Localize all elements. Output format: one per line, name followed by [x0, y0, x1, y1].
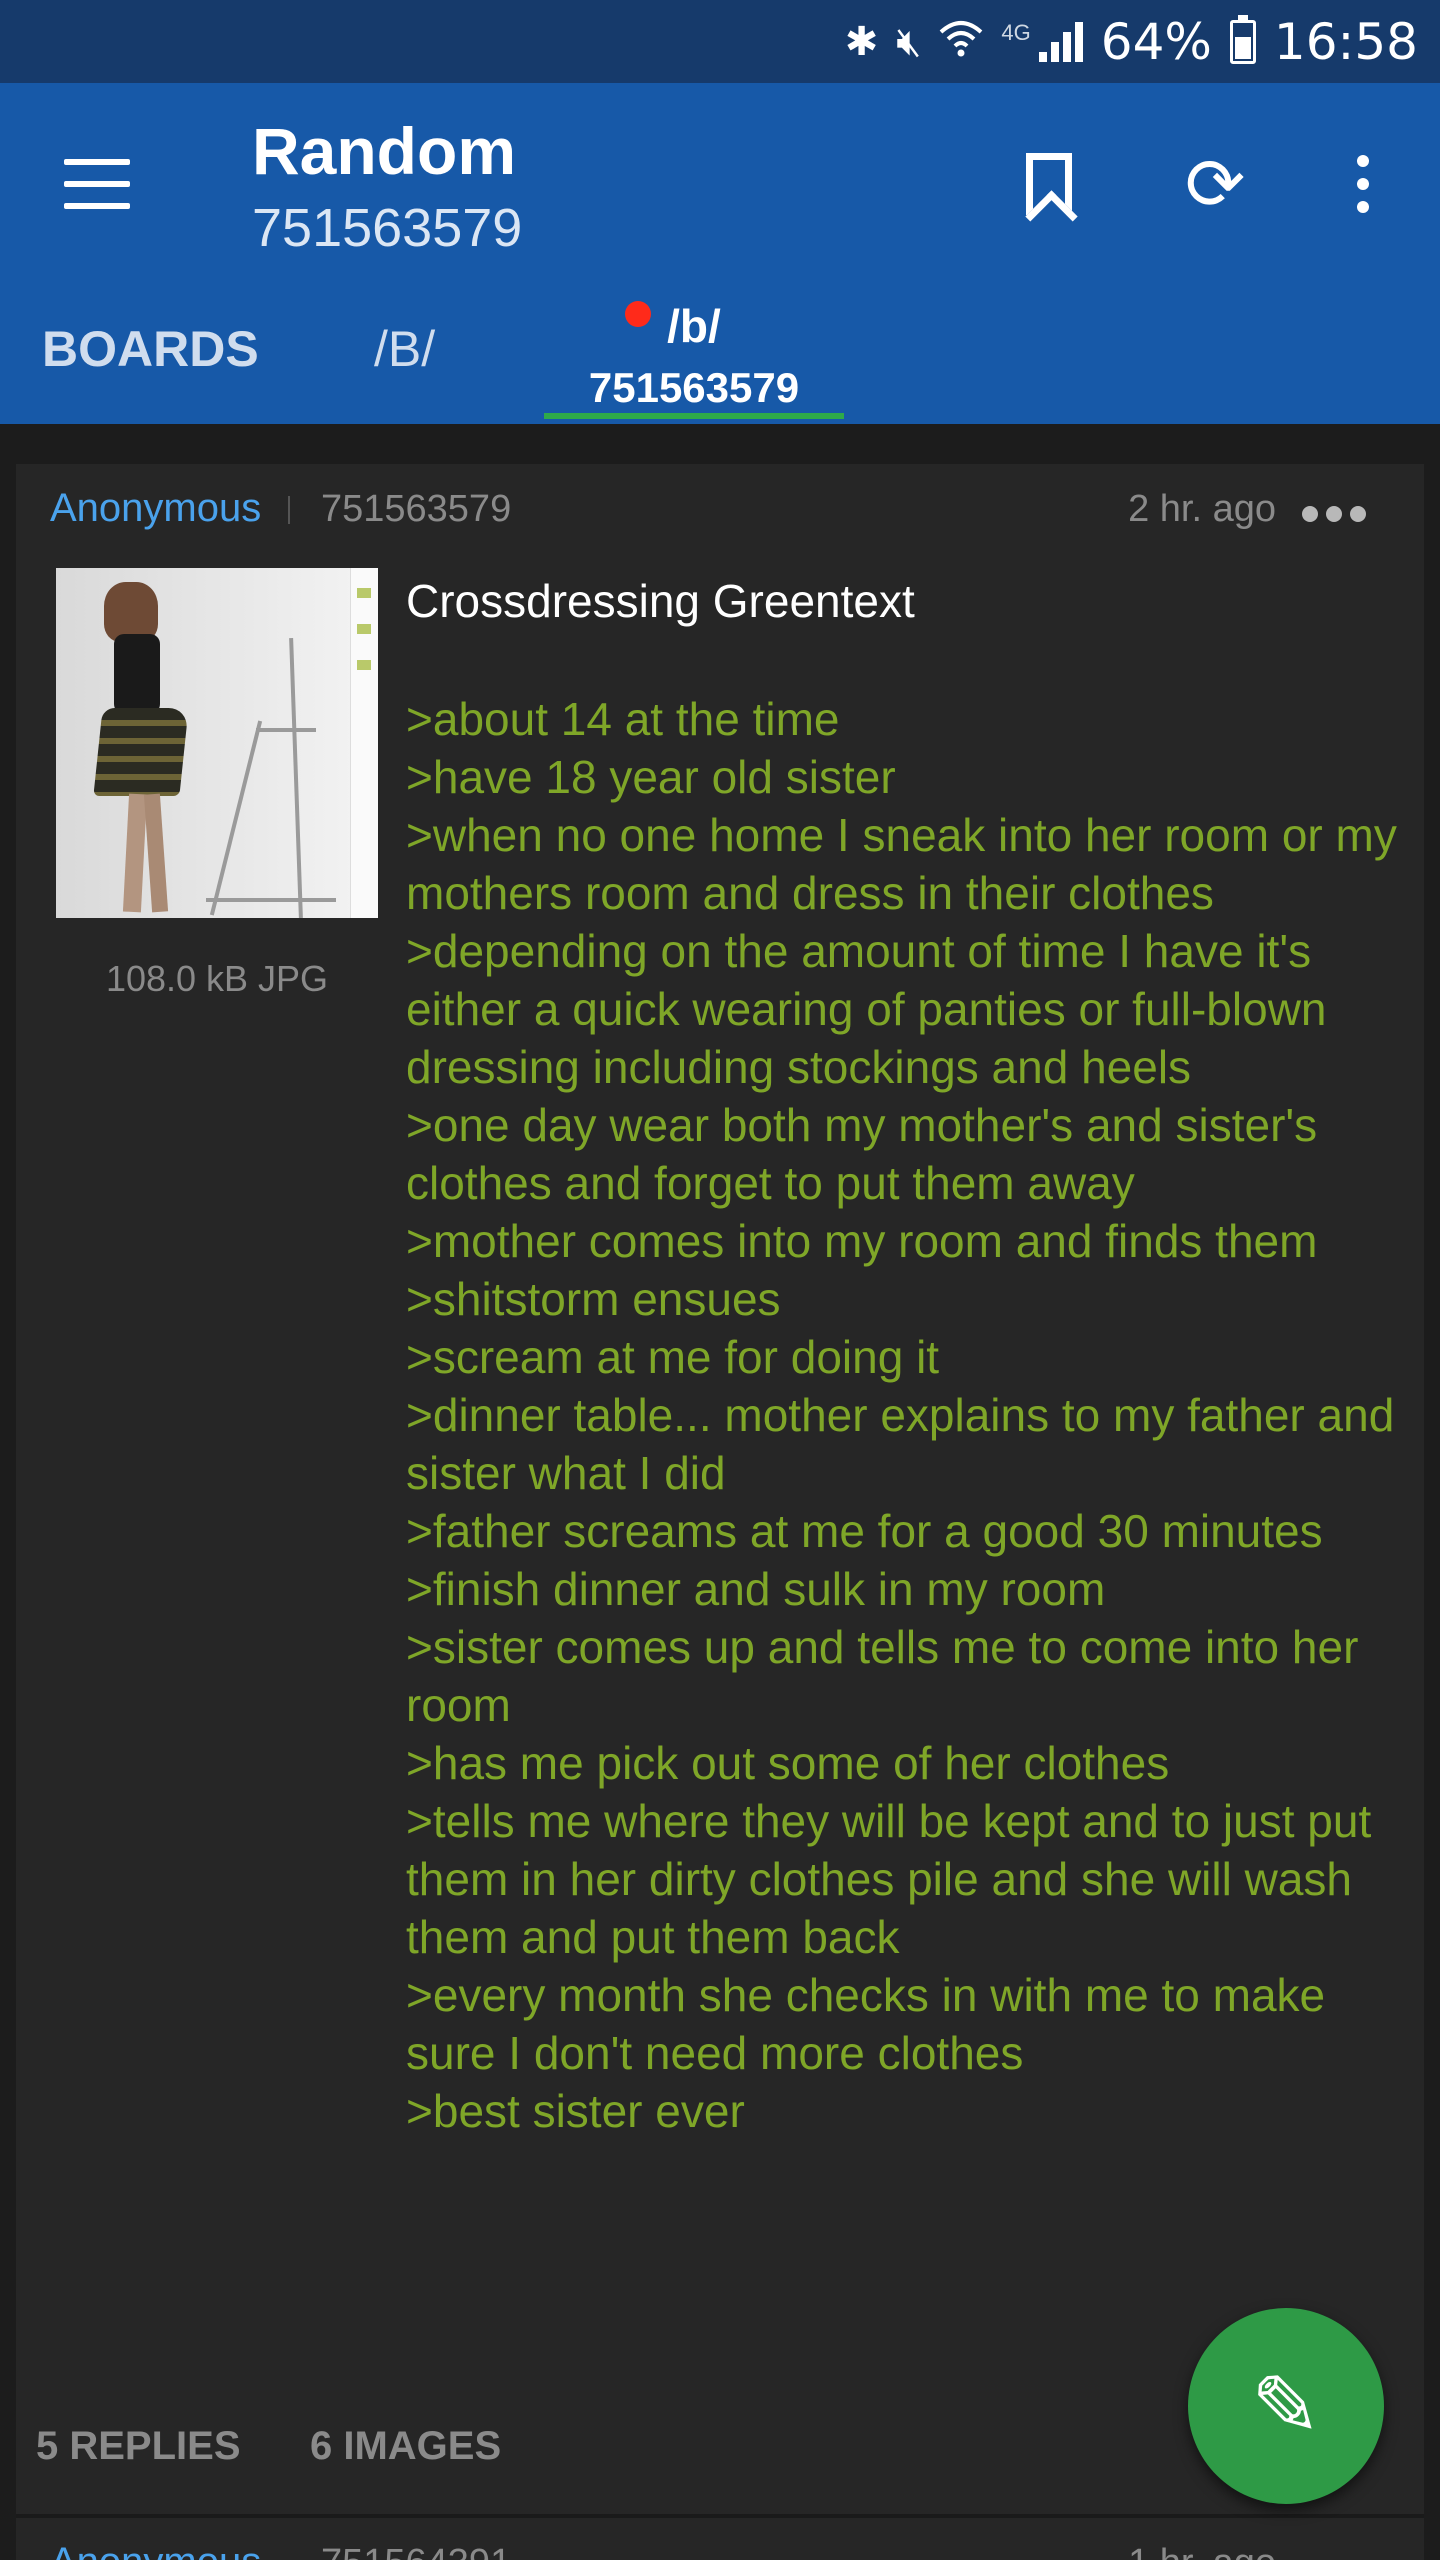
- greentext-line: >scream at me for doing it: [406, 1331, 940, 1383]
- signal-icon: [1038, 21, 1083, 62]
- greentext-line: >mother comes into my room and finds the…: [406, 1215, 1318, 1267]
- active-tab-indicator: [544, 413, 844, 419]
- post-age: 2 hr. ago: [1128, 488, 1276, 530]
- unread-dot-icon: [625, 301, 652, 327]
- poster-name[interactable]: Anonymous: [50, 2540, 261, 2560]
- app-bar: Random 751563579 ⟳: [0, 83, 1440, 276]
- greentext-line: >have 18 year old sister: [406, 751, 896, 803]
- battery-icon: [1229, 14, 1256, 64]
- network-type-label: 4G: [1001, 20, 1031, 45]
- greentext-line: >finish dinner and sulk in my room: [406, 1563, 1106, 1615]
- replies-count[interactable]: 5 REPLIES: [36, 2424, 241, 2469]
- greentext-line: >every month she checks in with me to ma…: [406, 1969, 1326, 2079]
- battery-percent: 64%: [1100, 12, 1212, 71]
- tab-thread-board: /b/: [625, 299, 721, 353]
- mute-icon: 🔇︎: [896, 19, 922, 64]
- images-count[interactable]: 6 IMAGES: [310, 2424, 501, 2469]
- header-divider: [288, 496, 290, 524]
- greentext-line: >dinner table... mother explains to my f…: [406, 1389, 1395, 1499]
- post-subject: Crossdressing Greentext: [406, 575, 915, 627]
- post-age: 1 hr. ago: [1128, 2542, 1276, 2560]
- refresh-icon: ⟳: [1184, 142, 1246, 226]
- greentext-line: >one day wear both my mother's and siste…: [406, 1099, 1318, 1209]
- tab-bar: BOARDS /B/ /b/ 751563579: [0, 276, 1440, 424]
- bluetooth-icon: ✱: [844, 19, 879, 64]
- tab-thread[interactable]: /b/ 751563579: [544, 296, 844, 424]
- greentext-line: >sister comes up and tells me to come in…: [406, 1621, 1359, 1731]
- greentext-line: >about 14 at the time: [406, 693, 840, 745]
- post-options-icon[interactable]: [1302, 506, 1366, 522]
- post-number[interactable]: 751564391: [321, 2542, 511, 2560]
- hamburger-menu-icon[interactable]: [64, 159, 130, 209]
- page-title: Random: [252, 114, 516, 188]
- greentext-line: >shitstorm ensues: [406, 1273, 781, 1325]
- next-post-card: Anonymous 751564391 1 hr. ago: [16, 2518, 1424, 2560]
- tab-thread-board-label: /b/: [667, 300, 721, 352]
- compose-reply-button[interactable]: ✎: [1188, 2308, 1384, 2504]
- greentext-line: >when no one home I sneak into her room …: [406, 809, 1397, 919]
- tab-thread-number: 751563579: [588, 364, 800, 411]
- tab-boards[interactable]: BOARDS: [42, 320, 259, 378]
- greentext-line: >best sister ever: [406, 2085, 745, 2137]
- file-info: 108.0 kB JPG: [105, 958, 329, 999]
- bookmark-button[interactable]: [1004, 139, 1094, 229]
- overflow-menu-button[interactable]: [1318, 139, 1408, 229]
- post-number[interactable]: 751563579: [321, 488, 511, 531]
- tab-board-b[interactable]: /B/: [374, 320, 435, 378]
- post-body: >about 14 at the time >have 18 year old …: [406, 690, 1416, 2140]
- post-thumbnail[interactable]: [56, 568, 378, 918]
- greentext-line: >tells me where they will be kept and to…: [406, 1795, 1372, 1963]
- thread-number-subtitle: 751563579: [252, 198, 523, 258]
- greentext-line: >has me pick out some of her clothes: [406, 1737, 1170, 1789]
- greentext-line: >depending on the amount of time I have …: [406, 925, 1327, 1093]
- refresh-button[interactable]: ⟳: [1170, 139, 1260, 229]
- wifi-icon: [939, 18, 983, 65]
- overflow-menu-icon: [1357, 155, 1369, 213]
- bookmark-icon: [1026, 153, 1072, 215]
- status-bar: ✱ 🔇︎ 4G 64% 16:58: [0, 0, 1440, 83]
- poster-name[interactable]: Anonymous: [50, 486, 261, 531]
- clock: 16:58: [1273, 12, 1418, 71]
- greentext-line: >father screams at me for a good 30 minu…: [406, 1505, 1323, 1557]
- post-card: Anonymous 751563579 2 hr. ago 108.0 kB J…: [16, 464, 1424, 2514]
- pencil-icon: ✎: [1250, 2357, 1322, 2455]
